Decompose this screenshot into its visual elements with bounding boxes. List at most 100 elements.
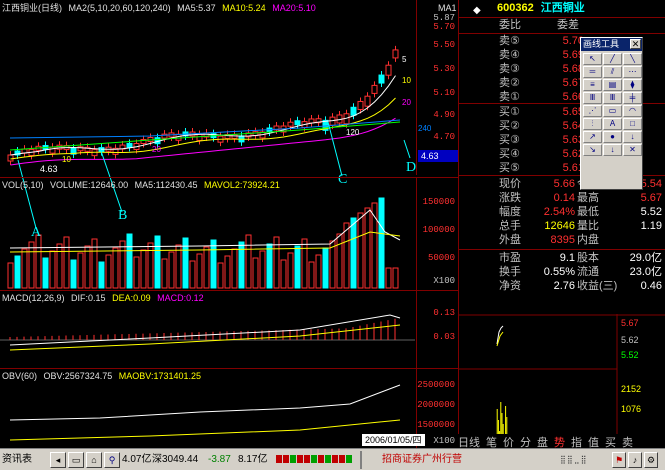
- settings-icon[interactable]: ⚙: [644, 452, 658, 468]
- draw-tool-button[interactable]: ◠: [623, 105, 642, 117]
- volume-bar: [350, 217, 357, 289]
- draw-tool-button[interactable]: ⋰: [583, 105, 602, 117]
- draw-tool-button[interactable]: ⋯: [623, 66, 642, 78]
- led-icon: [290, 455, 296, 464]
- annotation-b: B: [118, 208, 128, 223]
- stat-row: 涨跌 0.14 最高 5.67: [459, 192, 665, 205]
- volume-axis-unit: X100: [433, 276, 455, 286]
- candle-body: [56, 144, 63, 150]
- volume-bar: [182, 237, 189, 289]
- kline-chart-area[interactable]: 江西铜业(日线) MA2(5,10,20,60,120,240) MA5:5.3…: [0, 0, 458, 448]
- price-axis-label: 5.10: [433, 88, 455, 98]
- draw-tool-button[interactable]: ≡: [583, 79, 602, 91]
- draw-tool-button[interactable]: ▤: [603, 79, 622, 91]
- volume-bar: [392, 267, 399, 289]
- candle-body: [196, 133, 203, 141]
- stat-value: 5.67: [640, 192, 662, 204]
- volume-bar: [126, 233, 133, 289]
- draw-tool-button[interactable]: □: [623, 118, 642, 130]
- stock-name: 江西铜业: [540, 2, 585, 14]
- volume-bar: [105, 254, 112, 289]
- macd-dea-line: [9, 324, 401, 351]
- draw-tool-button[interactable]: ⫶: [583, 118, 602, 130]
- volume-bar: [210, 239, 217, 289]
- stat-value: 9.1: [559, 252, 575, 264]
- status-left-label[interactable]: 资讯表: [2, 449, 32, 470]
- led-icon: [276, 455, 282, 464]
- vol-params: VOL(5,10): [2, 180, 44, 190]
- stat-label: 总手: [499, 220, 521, 232]
- draw-tool-button[interactable]: ⧫: [623, 79, 642, 91]
- buy-level-label: 买④: [499, 148, 520, 160]
- current-price-tag: 4.63: [418, 150, 458, 162]
- price-axis-label: 5.70: [433, 22, 455, 32]
- ma120-tag: 120: [346, 128, 360, 137]
- draw-tool-button[interactable]: ↓: [623, 131, 642, 143]
- draw-tool-button[interactable]: ═: [583, 66, 602, 78]
- toolbox-titlebar[interactable]: 画线工具 ✕: [581, 38, 642, 51]
- led-icon: [304, 455, 310, 464]
- obv-axis-unit: X100: [433, 436, 455, 446]
- toolbox-close-button[interactable]: ✕: [630, 39, 641, 49]
- led-icon: [339, 455, 345, 464]
- volume-bar: [21, 248, 28, 289]
- volume-bar: [98, 261, 105, 289]
- volume-bar: [91, 238, 98, 289]
- draw-tool-button[interactable]: A: [603, 118, 622, 130]
- sell-level-label: 卖②: [499, 77, 520, 89]
- candle-body: [378, 74, 385, 84]
- draw-tool-button[interactable]: ●: [603, 131, 622, 143]
- stat-value: 29.0亿: [629, 252, 662, 264]
- order-diff-label: 委差: [557, 19, 579, 31]
- draw-tool-button[interactable]: ✕: [623, 144, 642, 156]
- led-icon: [325, 455, 331, 464]
- volume-bar: [175, 244, 182, 289]
- stat-value: 5.66: [553, 178, 575, 190]
- volume-bar: [385, 267, 392, 289]
- stat-row: 外盘 8395 内盘: [459, 234, 665, 247]
- obv-panel-header: OBV(60) OBV:2567324.75 MAOBV:1731401.25: [2, 370, 205, 382]
- draw-tool-button[interactable]: ↓: [603, 144, 622, 156]
- stat-label: 现价: [499, 178, 521, 190]
- volume-bar: [301, 238, 308, 289]
- order-ratio-row: 委比 委差: [459, 19, 665, 32]
- stat-label: 幅度: [499, 206, 521, 218]
- prev-icon[interactable]: ◂: [50, 452, 66, 468]
- panel-separator: [0, 368, 458, 369]
- search-icon[interactable]: ⚲: [104, 452, 120, 468]
- candle-body: [364, 95, 371, 107]
- window-icon[interactable]: ▭: [68, 452, 84, 468]
- home-icon[interactable]: ⌂: [86, 452, 102, 468]
- sound-icon[interactable]: ♪: [628, 452, 642, 468]
- alert-icon[interactable]: ⚑: [612, 452, 626, 468]
- stock-code: 600362: [497, 2, 534, 14]
- draw-tool-button[interactable]: ↖: [583, 53, 602, 65]
- volume-panel-header: VOL(5,10) VOLUME:12646.00 MA5:112430.45 …: [2, 179, 284, 191]
- draw-tool-button[interactable]: Ⅲ: [603, 92, 622, 104]
- cursor-date-tag: 2006/01/05/四: [362, 434, 425, 446]
- obv-params: OBV(60): [2, 371, 38, 381]
- draw-tool-button[interactable]: ▭: [603, 105, 622, 117]
- volume-bar: [35, 234, 42, 289]
- obv-ma-line: [9, 419, 401, 441]
- volume-bar: [56, 243, 63, 289]
- price-axis-label: 5.50: [433, 40, 455, 50]
- bottom-tabs: 日线笔价分盘势指值买卖: [458, 434, 665, 449]
- draw-tool-button[interactable]: ╪: [623, 92, 642, 104]
- draw-tool-button[interactable]: ↗: [583, 131, 602, 143]
- draw-tool-button[interactable]: ↘: [583, 144, 602, 156]
- volume-bar: [119, 240, 126, 289]
- volume-bar: [308, 261, 315, 289]
- drawing-toolbox[interactable]: 画线工具 ✕ ↖ ╱ ╲ ═ ⫽ ⋯ ≡ ▤ ⧫ Ⅲ Ⅲ ╪ ⋰ ▭ ◠ ⫶ A □ ↗ ● ↓ ↘ ↓ ✕: [580, 37, 643, 190]
- candle-body: [126, 142, 133, 148]
- stat-label: 股本: [577, 252, 599, 264]
- stat-label: 流通: [577, 266, 599, 278]
- volume-bar: [42, 257, 49, 289]
- volume-bar: [378, 197, 385, 289]
- draw-tool-button[interactable]: ╱: [603, 53, 622, 65]
- draw-tool-button[interactable]: Ⅲ: [583, 92, 602, 104]
- stat-value: 0.14: [553, 192, 575, 204]
- draw-tool-button[interactable]: ╲: [623, 53, 642, 65]
- draw-tool-button[interactable]: ⫽: [603, 66, 622, 78]
- stat-label: 内盘: [577, 234, 599, 246]
